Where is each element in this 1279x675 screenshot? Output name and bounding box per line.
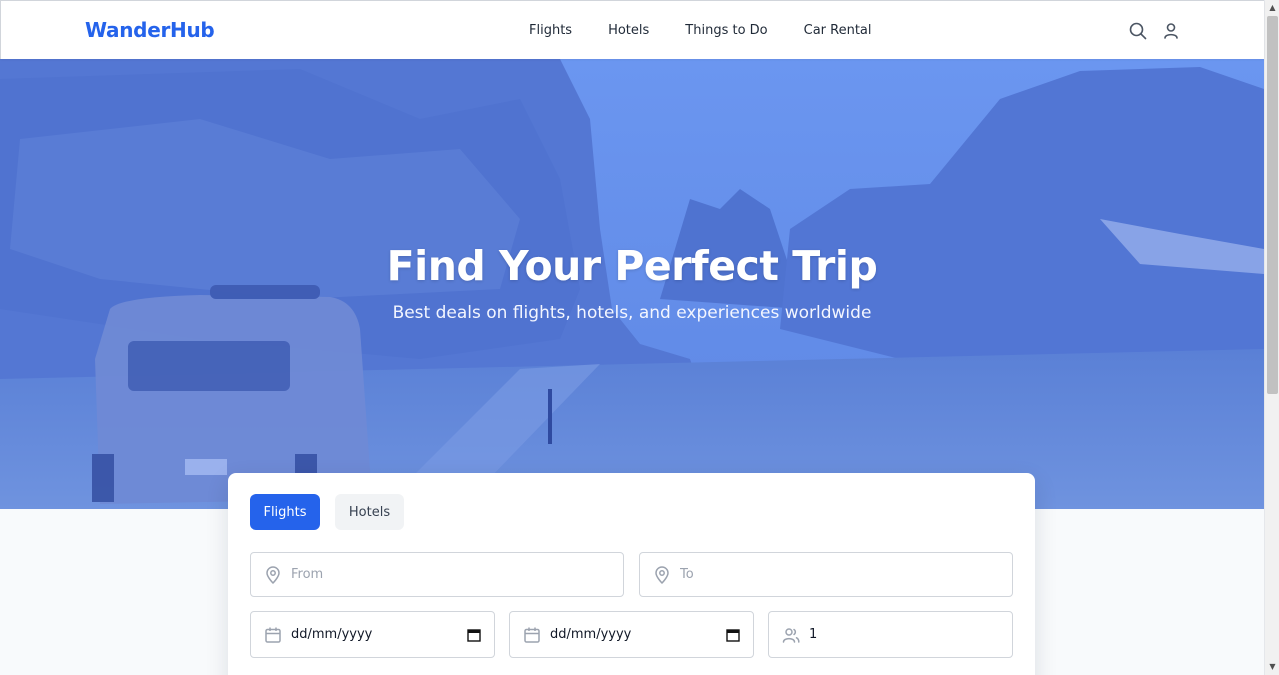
hero-subtitle: Best deals on flights, hotels, and exper…	[392, 303, 872, 323]
from-input[interactable]	[291, 567, 623, 582]
scroll-down-arrow[interactable]: ▼	[1268, 662, 1277, 671]
search-card: Flights Hotels dd/mm/yyyy	[228, 473, 1035, 675]
return-date-value[interactable]: dd/mm/yyyy	[550, 627, 725, 642]
depart-date-value[interactable]: dd/mm/yyyy	[291, 627, 466, 642]
users-icon	[781, 625, 801, 645]
to-field[interactable]	[639, 552, 1013, 597]
page-scrollbar[interactable]: ▲ ▼	[1264, 0, 1279, 675]
calendar-icon	[263, 625, 283, 645]
nav-link-things-to-do[interactable]: Things to Do	[685, 23, 767, 38]
map-pin-icon	[652, 565, 672, 585]
nav-link-flights[interactable]: Flights	[529, 23, 572, 38]
travelers-value[interactable]: 1	[809, 627, 1012, 642]
hero-title: Find Your Perfect Trip	[386, 242, 878, 290]
to-input[interactable]	[680, 567, 1012, 582]
depart-date-field[interactable]: dd/mm/yyyy	[250, 611, 495, 658]
scrollbar-thumb[interactable]	[1267, 16, 1278, 394]
nav-link-hotels[interactable]: Hotels	[608, 23, 649, 38]
travelers-field[interactable]: 1	[768, 611, 1013, 658]
map-pin-icon	[263, 565, 283, 585]
hero-banner: Find Your Perfect Trip Best deals on fli…	[0, 59, 1264, 509]
scroll-up-arrow[interactable]: ▲	[1268, 3, 1277, 12]
search-icon[interactable]	[1128, 21, 1148, 41]
from-field[interactable]	[250, 552, 624, 597]
calendar-picker-icon[interactable]	[725, 627, 741, 643]
logo[interactable]: WanderHub	[85, 18, 215, 42]
return-date-field[interactable]: dd/mm/yyyy	[509, 611, 754, 658]
user-icon[interactable]	[1161, 21, 1181, 41]
top-navigation-bar: WanderHub Flights Hotels Things to Do Ca…	[0, 0, 1264, 59]
tab-flights[interactable]: Flights	[250, 494, 320, 530]
nav-link-car-rental[interactable]: Car Rental	[804, 23, 872, 38]
calendar-picker-icon[interactable]	[466, 627, 482, 643]
tab-hotels[interactable]: Hotels	[335, 494, 404, 530]
calendar-icon	[522, 625, 542, 645]
main-nav: Flights Hotels Things to Do Car Rental	[529, 23, 872, 38]
